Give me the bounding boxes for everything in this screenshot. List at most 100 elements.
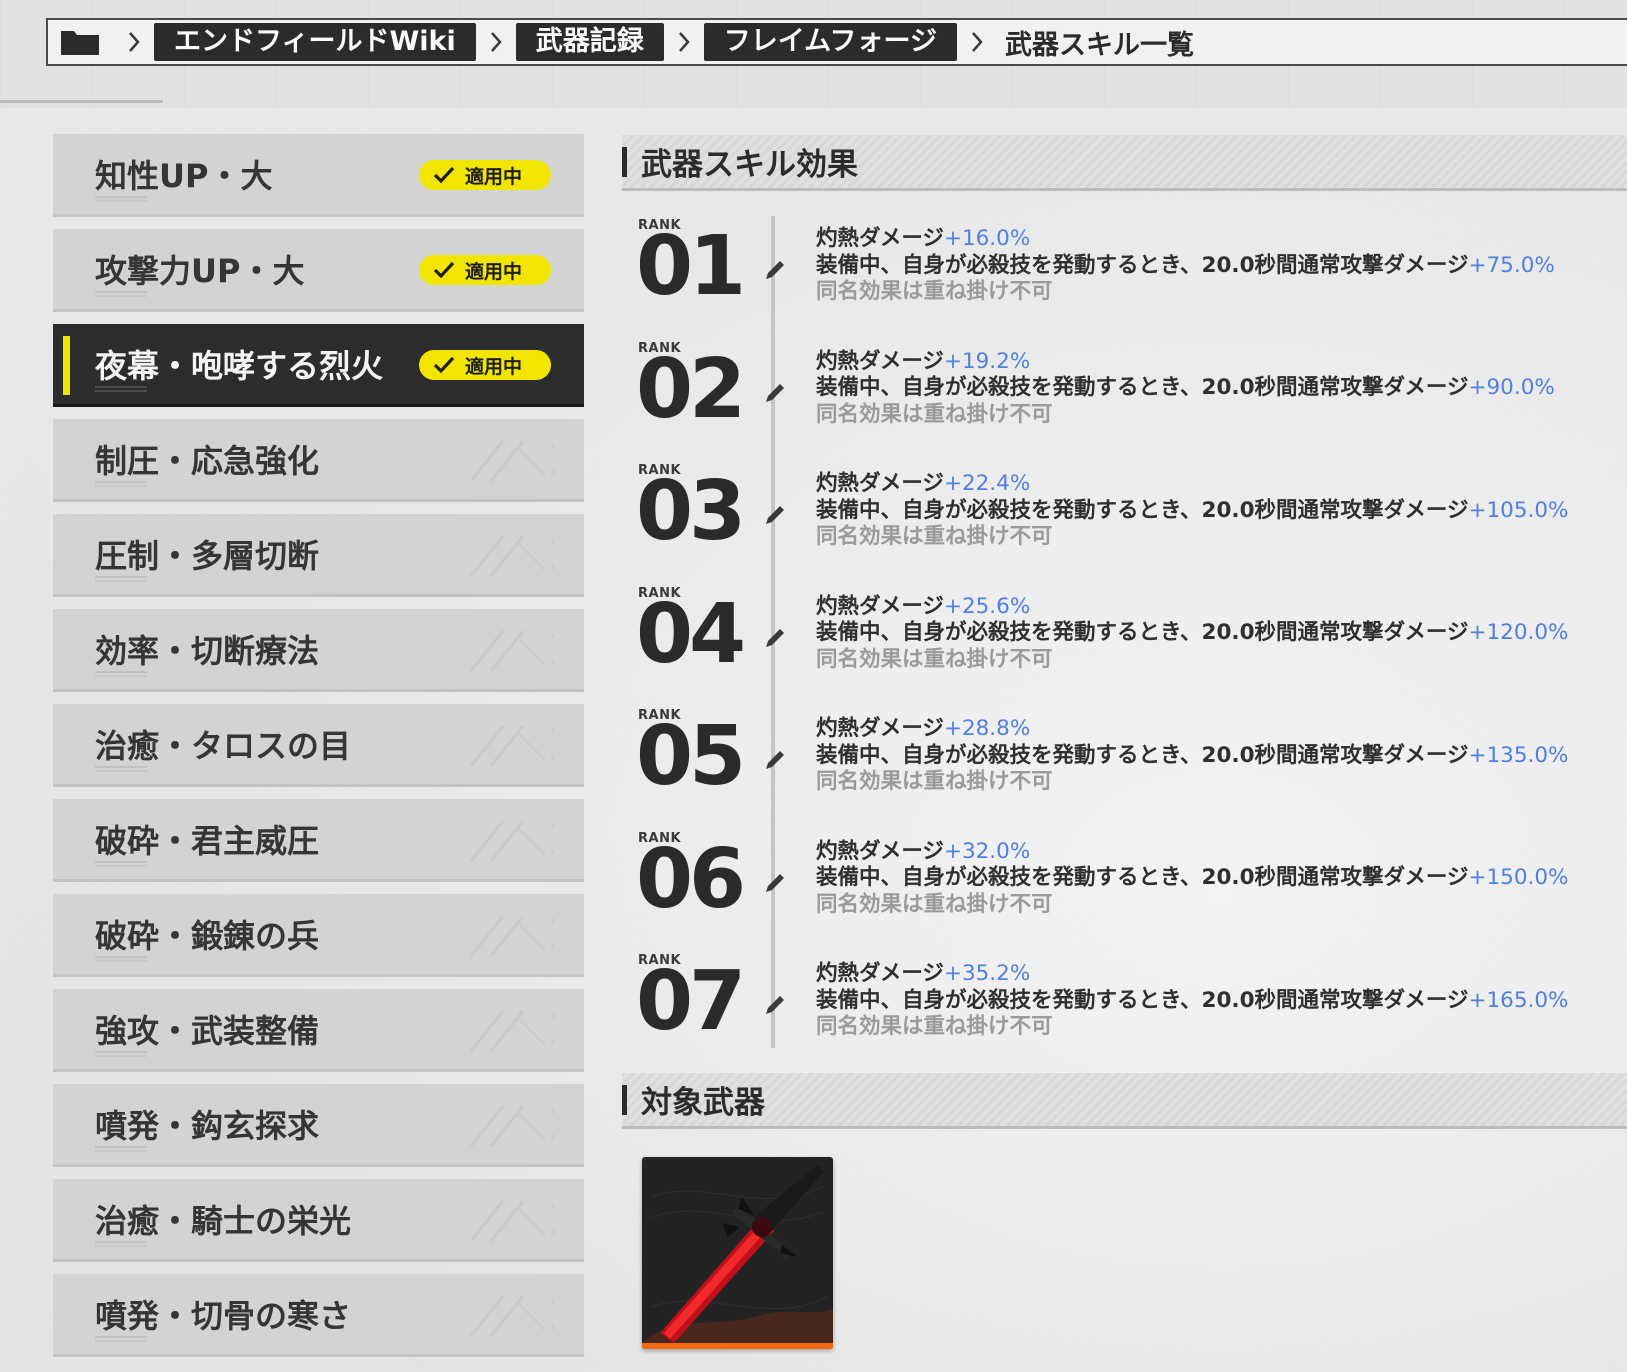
effect-line-1: 灼熱ダメージ+19.2% bbox=[816, 349, 1555, 376]
sidebar-item[interactable]: 噴発・鈎玄探求 bbox=[53, 1084, 584, 1167]
effect-text: 灼熱ダメージ bbox=[816, 716, 944, 741]
effect-value: +28.8% bbox=[943, 716, 1031, 741]
effect-text: 装備中、自身が必殺技を発動するとき、20.0秒間通常攻撃ダメージ bbox=[816, 375, 1469, 400]
effect-value: +150.0% bbox=[1468, 865, 1569, 890]
breadcrumb-current: 武器スキル一覧 bbox=[1005, 29, 1195, 61]
item-decor-lines bbox=[95, 671, 147, 677]
item-decor-lines bbox=[95, 1146, 147, 1152]
pencil-icon bbox=[766, 996, 784, 1014]
effect-value: +19.2% bbox=[943, 348, 1031, 374]
applied-badge-label: 適用中 bbox=[465, 165, 523, 188]
rank-description: 灼熱ダメージ+28.8% 装備中、自身が必殺技を発動するとき、20.0秒間通常攻撃… bbox=[816, 716, 1568, 796]
chevron-right-icon bbox=[670, 27, 698, 57]
check-icon bbox=[433, 261, 455, 279]
breadcrumb: エンドフィールドWiki 武器記録 フレイムフォージ 武器スキル一覧 bbox=[46, 18, 1627, 66]
sidebar-item-label: 破砕・君主威圧 bbox=[95, 822, 320, 860]
sidebar-item[interactable]: 噴発・切骨の寒さ bbox=[53, 1274, 584, 1357]
effect-note: 同名効果は重ね掛け不可 bbox=[816, 279, 1053, 304]
rank-description: 灼熱ダメージ+32.0% 装備中、自身が必殺技を発動するとき、20.0秒間通常攻撃… bbox=[816, 839, 1568, 919]
item-decor-lines bbox=[95, 1241, 147, 1247]
breadcrumb-link-weapon-records[interactable]: 武器記録 bbox=[515, 23, 664, 61]
breadcrumb-link-flameforge[interactable]: フレイムフォージ bbox=[703, 23, 958, 61]
effect-text: 装備中、自身が必殺技を発動するとき、20.0秒間通常攻撃ダメージ bbox=[816, 620, 1469, 645]
effect-note: 同名効果は重ね掛け不可 bbox=[816, 646, 1053, 672]
pencil-icon bbox=[766, 751, 784, 769]
sidebar-item-label: 制圧・応急強化 bbox=[95, 442, 320, 480]
slash-decor-icon bbox=[469, 1010, 555, 1052]
effect-text: 灼熱ダメージ bbox=[816, 961, 944, 986]
item-decor-lines bbox=[95, 291, 147, 297]
rank-description: 灼熱ダメージ+16.0% 装備中、自身が必殺技を発動するとき、20.0秒間通常攻撃… bbox=[816, 226, 1555, 306]
slash-decor-icon bbox=[469, 535, 555, 577]
pencil-icon bbox=[766, 628, 784, 647]
applied-badge-label: 適用中 bbox=[465, 355, 523, 378]
sidebar-item-label: 破砕・鍛錬の兵 bbox=[95, 917, 320, 955]
applied-badge: 適用中 bbox=[419, 160, 551, 190]
section-title-effects: 武器スキル効果 bbox=[641, 147, 858, 183]
sidebar-item-label: 噴発・鈎玄探求 bbox=[95, 1107, 320, 1145]
effect-text: 装備中、自身が必殺技を発動するとき、20.0秒間通常攻撃ダメージ bbox=[816, 865, 1469, 890]
folder-icon[interactable] bbox=[60, 28, 100, 56]
pencil-icon bbox=[766, 506, 784, 524]
sidebar-item[interactable]: 制圧・応急強化 bbox=[53, 419, 584, 502]
slash-decor-icon bbox=[469, 1200, 555, 1242]
effect-value: +25.6% bbox=[943, 593, 1031, 619]
header-bar bbox=[622, 146, 627, 177]
effect-text: 灼熱ダメージ bbox=[816, 838, 944, 864]
sidebar-item[interactable]: 治癒・騎士の栄光 bbox=[53, 1179, 584, 1262]
effect-value: +105.0% bbox=[1468, 497, 1569, 523]
item-decor-lines bbox=[95, 386, 147, 392]
item-decor-lines bbox=[95, 196, 147, 202]
effect-text: 灼熱ダメージ bbox=[816, 593, 944, 619]
header-bar bbox=[622, 1084, 627, 1115]
effect-value: +135.0% bbox=[1468, 742, 1569, 768]
sidebar-item-label: 治癒・騎士の栄光 bbox=[95, 1202, 352, 1240]
weapon-card[interactable] bbox=[642, 1157, 833, 1349]
effect-value: +120.0% bbox=[1468, 620, 1569, 645]
rank-number: 05 bbox=[636, 709, 746, 804]
breadcrumb-link-wiki[interactable]: エンドフィールドWiki bbox=[154, 23, 476, 61]
effect-line-2: 装備中、自身が必殺技を発動するとき、20.0秒間通常攻撃ダメージ+165.0% bbox=[816, 988, 1568, 1015]
check-icon bbox=[433, 166, 455, 184]
effect-value: +32.0% bbox=[943, 838, 1031, 864]
slash-decor-icon bbox=[469, 440, 555, 482]
slash-decor-icon bbox=[469, 1105, 555, 1147]
rank-description: 灼熱ダメージ+22.4% 装備中、自身が必殺技を発動するとき、20.0秒間通常攻撃… bbox=[816, 471, 1568, 551]
skill-list-sidebar: 知性UP・大 適用中 攻撃力UP・大 適用中 夜幕・咆哮する烈火 適用中 制圧・応急強化 圧制… bbox=[53, 134, 584, 1369]
slash-decor-icon bbox=[469, 1295, 555, 1337]
effect-line-1: 灼熱ダメージ+35.2% bbox=[816, 961, 1568, 988]
effect-text: 装備中、自身が必殺技を発動するとき、20.0秒間通常攻撃ダメージ bbox=[816, 987, 1469, 1013]
sidebar-item[interactable]: 知性UP・大 適用中 bbox=[53, 134, 584, 217]
sidebar-item[interactable]: 治癒・タロスの目 bbox=[53, 704, 584, 787]
chevron-right-icon bbox=[120, 27, 148, 57]
rank-description: 灼熱ダメージ+35.2% 装備中、自身が必殺技を発動するとき、20.0秒間通常攻撃… bbox=[816, 961, 1568, 1041]
sidebar-item-label: 夜幕・咆哮する烈火 bbox=[95, 347, 384, 385]
sidebar-item[interactable]: 強攻・武装整備 bbox=[53, 989, 584, 1072]
sidebar-item[interactable]: 圧制・多層切断 bbox=[53, 514, 584, 597]
effect-value: +22.4% bbox=[943, 471, 1031, 496]
rank-number: 03 bbox=[636, 464, 746, 559]
sidebar-item[interactable]: 攻撃力UP・大 適用中 bbox=[53, 229, 584, 312]
sidebar-item[interactable]: 破砕・君主威圧 bbox=[53, 799, 584, 882]
effect-text: 装備中、自身が必殺技を発動するとき、20.0秒間通常攻撃ダメージ bbox=[816, 252, 1469, 278]
pencil-icon bbox=[766, 873, 784, 892]
effect-line-2: 装備中、自身が必殺技を発動するとき、20.0秒間通常攻撃ダメージ+150.0% bbox=[816, 865, 1568, 892]
effect-value: +35.2% bbox=[943, 961, 1031, 986]
applied-badge: 適用中 bbox=[419, 350, 551, 380]
effect-value: +165.0% bbox=[1468, 987, 1569, 1013]
chevron-right-icon bbox=[482, 27, 510, 57]
rank-row: RANK 07 灼熱ダメージ+35.2% 装備中、自身が必殺技を発動するとき、20.0… bbox=[636, 949, 1626, 1072]
item-decor-lines bbox=[95, 1336, 147, 1342]
sidebar-item-label: 攻撃力UP・大 bbox=[95, 252, 305, 290]
effect-note: 同名効果は重ね掛け不可 bbox=[816, 1014, 1053, 1039]
sidebar-item[interactable]: 効率・切断療法 bbox=[53, 609, 584, 692]
sidebar-item[interactable]: 破砕・鍛錬の兵 bbox=[53, 894, 584, 977]
effect-text: 灼熱ダメージ bbox=[816, 348, 944, 374]
sidebar-item[interactable]: 夜幕・咆哮する烈火 適用中 bbox=[53, 324, 584, 407]
applied-badge: 適用中 bbox=[419, 255, 551, 285]
item-decor-lines bbox=[95, 576, 147, 582]
rank-description: 灼熱ダメージ+19.2% 装備中、自身が必殺技を発動するとき、20.0秒間通常攻撃… bbox=[816, 349, 1555, 429]
rank-row: RANK 04 灼熱ダメージ+25.6% 装備中、自身が必殺技を発動するとき、20.0… bbox=[636, 582, 1626, 705]
effect-line-2: 装備中、自身が必殺技を発動するとき、20.0秒間通常攻撃ダメージ+135.0% bbox=[816, 743, 1568, 770]
red-greatsword-icon bbox=[642, 1165, 833, 1343]
